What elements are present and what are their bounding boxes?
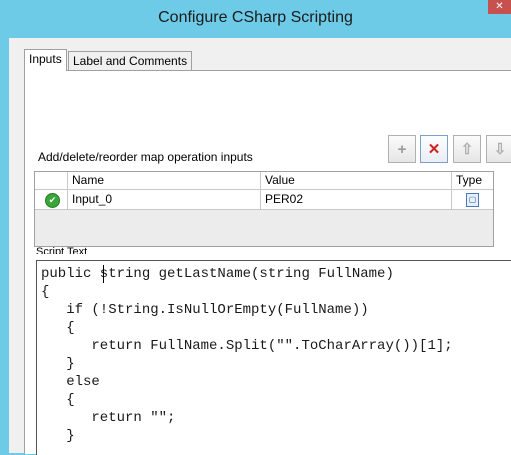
text-caret — [103, 265, 104, 283]
row-name-cell[interactable]: Input_0 — [68, 190, 261, 209]
table-row[interactable]: ✔ Input_0 PER02 ▢ — [35, 190, 493, 210]
code-line: } — [41, 356, 75, 372]
tab-label-and-comments[interactable]: Label and Comments — [68, 51, 193, 70]
code-line: public string getLastName(string FullNam… — [41, 266, 394, 282]
code-line: if (!String.IsNullOrEmpty(FullName)) — [41, 302, 369, 318]
code-line: return FullName.Split("".ToCharArray())[… — [41, 338, 453, 354]
grid-header-type[interactable]: Type — [452, 172, 493, 189]
grid-header-status — [35, 172, 68, 189]
code-line: } — [41, 428, 75, 444]
grid-header: Name Value Type — [35, 172, 493, 190]
inputs-tab-panel: Add/delete/reorder map operation inputs … — [24, 70, 511, 455]
row-value-cell[interactable]: PER02 — [261, 190, 452, 209]
title-bar: Configure CSharp Scripting ✕ — [0, 0, 511, 38]
type-icon[interactable]: ▢ — [466, 193, 479, 207]
code-line: { — [41, 320, 75, 336]
arrow-down-icon: ⇩ — [493, 141, 507, 158]
move-down-button[interactable]: ⇩ — [486, 135, 511, 163]
plus-icon: + — [397, 140, 407, 158]
tab-inputs[interactable]: Inputs — [24, 49, 67, 71]
delete-input-button[interactable]: ✕ — [420, 135, 448, 163]
close-icon[interactable]: ✕ — [488, 0, 511, 14]
grid-header-name[interactable]: Name — [68, 172, 261, 189]
move-up-button[interactable]: ⇧ — [453, 135, 481, 163]
row-type-cell[interactable]: ▢ — [452, 190, 493, 209]
row-status-cell: ✔ — [35, 190, 68, 209]
code-line: else — [41, 374, 100, 390]
script-editor[interactable]: public string getLastName(string FullNam… — [36, 260, 511, 455]
check-icon: ✔ — [45, 193, 60, 208]
add-input-button[interactable]: + — [388, 135, 416, 163]
dialog-body: Inputs Label and Comments Add/delete/reo… — [9, 38, 511, 455]
code-line: { — [41, 284, 50, 300]
grid-header-value[interactable]: Value — [261, 172, 452, 189]
inputs-grid[interactable]: Name Value Type ✔ Input_0 PER02 ▢ — [34, 171, 494, 247]
delete-icon: ✕ — [427, 141, 441, 158]
code-line: return ""; — [41, 410, 176, 426]
inputs-section-label: Add/delete/reorder map operation inputs — [38, 150, 253, 164]
script-text-label: Script Text — [36, 246, 88, 254]
window-title: Configure CSharp Scripting — [158, 9, 353, 26]
arrow-up-icon: ⇧ — [460, 141, 474, 158]
code-line: { — [41, 392, 75, 408]
